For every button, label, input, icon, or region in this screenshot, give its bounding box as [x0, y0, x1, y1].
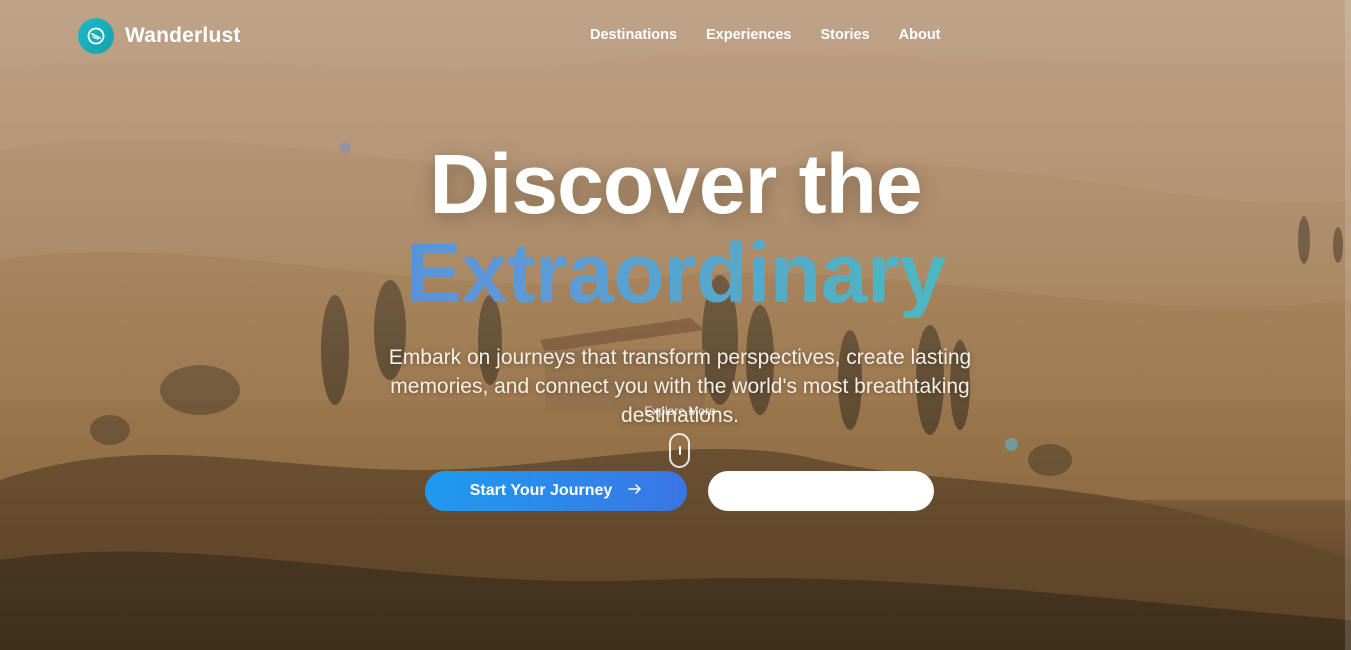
hero-title-line2: Extraordinary [0, 228, 1351, 318]
brand-name: Wanderlust [125, 24, 241, 47]
nav-link-experiences[interactable]: Experiences [706, 27, 791, 43]
arrow-right-icon [628, 482, 642, 500]
nav-link-about[interactable]: About [899, 27, 941, 43]
start-journey-label: Start Your Journey [469, 482, 613, 499]
hero-title-line1: Discover the [429, 137, 922, 231]
compass-icon [78, 18, 114, 54]
nav-link-destinations[interactable]: Destinations [590, 27, 677, 43]
top-nav: Wanderlust Destinations Experiences Stor… [0, 0, 1351, 72]
mouse-icon [669, 433, 690, 468]
decor-dot [1005, 438, 1018, 451]
secondary-button[interactable] [708, 471, 934, 511]
main-nav: Destinations Experiences Stories About [590, 27, 941, 43]
page-scrollbar[interactable] [1345, 0, 1351, 650]
brand-logo[interactable]: Wanderlust [78, 18, 241, 54]
scroll-label: Explore More [644, 404, 716, 418]
nav-link-stories[interactable]: Stories [820, 27, 869, 43]
hero-background [0, 0, 1351, 650]
start-journey-button[interactable]: Start Your Journey [425, 471, 687, 511]
scroll-indicator[interactable]: Explore More [630, 404, 730, 468]
